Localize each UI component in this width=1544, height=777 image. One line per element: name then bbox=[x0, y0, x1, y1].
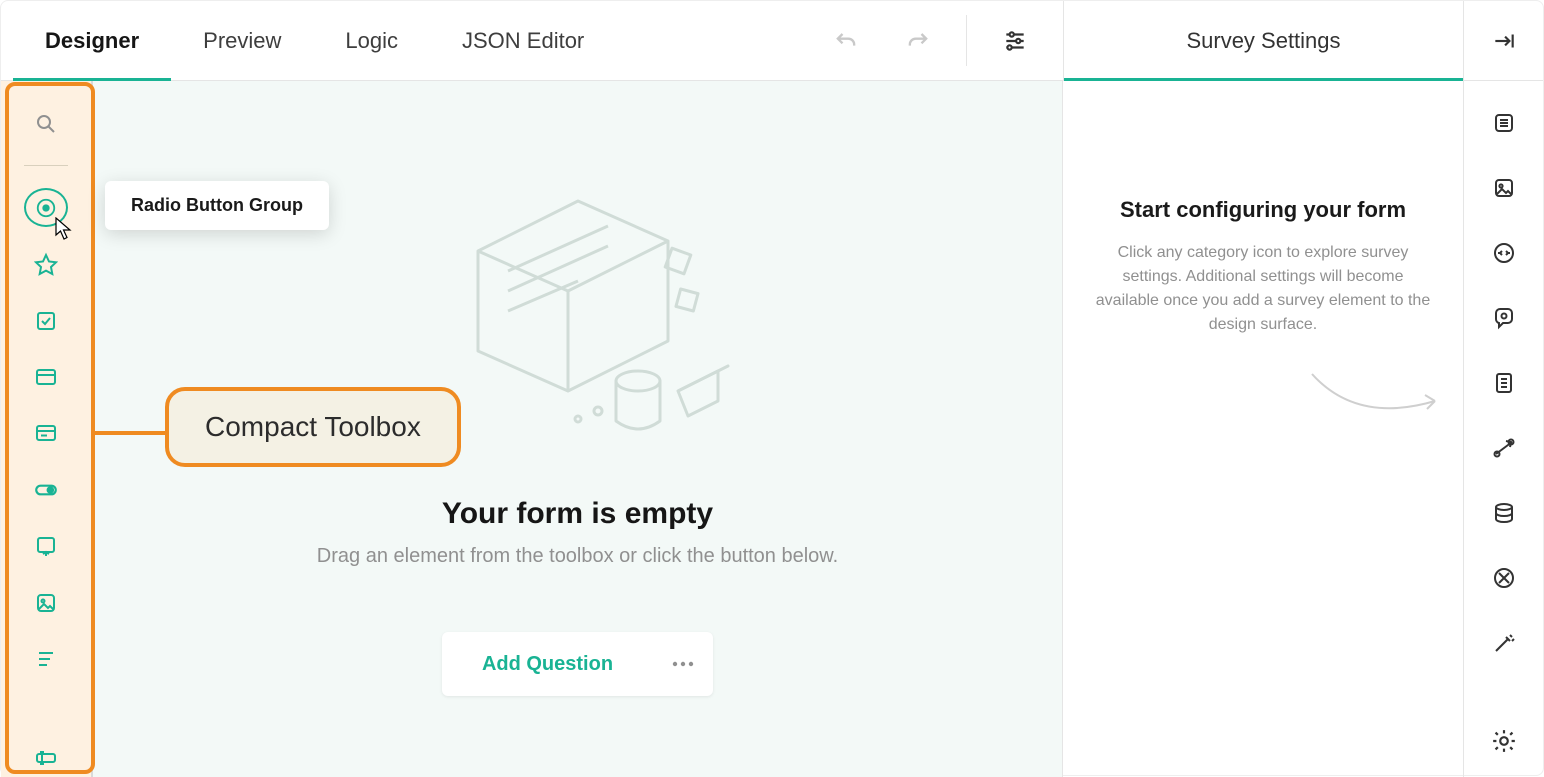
toolbox-search[interactable] bbox=[24, 105, 68, 143]
add-question-block: Add Question bbox=[442, 632, 713, 696]
toolbox-item-tagbox[interactable] bbox=[24, 414, 68, 452]
category-question[interactable] bbox=[1480, 304, 1528, 333]
category-appearance[interactable] bbox=[1480, 628, 1528, 657]
gear-icon bbox=[1491, 728, 1517, 754]
top-tab-bar: Designer Preview Logic JSON Editor Surve… bbox=[1, 1, 1543, 81]
empty-state-illustration bbox=[418, 141, 738, 461]
collapse-right-icon bbox=[1491, 28, 1517, 54]
toolbox bbox=[1, 81, 93, 777]
category-logic[interactable] bbox=[1480, 433, 1528, 462]
survey-settings-toggle[interactable] bbox=[991, 17, 1039, 65]
image-picker-icon bbox=[34, 591, 58, 615]
toolbox-item-radiogroup[interactable] bbox=[24, 188, 68, 227]
tab-preview[interactable]: Preview bbox=[171, 1, 313, 80]
settings-panel: Start configuring your form Click any ca… bbox=[1063, 81, 1463, 777]
annotation-callout-connector bbox=[93, 431, 167, 435]
ranking-icon bbox=[34, 647, 58, 671]
top-actions bbox=[798, 1, 966, 80]
dots-icon bbox=[672, 661, 694, 667]
undo-button[interactable] bbox=[822, 17, 870, 65]
category-general[interactable] bbox=[1480, 109, 1528, 138]
database-icon bbox=[1492, 501, 1516, 525]
category-logo[interactable] bbox=[1480, 174, 1528, 203]
add-question-button[interactable]: Add Question bbox=[442, 632, 653, 696]
empty-state-subtitle: Drag an element from the toolbox or clic… bbox=[317, 545, 838, 568]
hint-arrow-icon bbox=[1307, 369, 1447, 429]
wand-icon bbox=[1492, 631, 1516, 655]
tagbox-icon bbox=[34, 421, 58, 445]
undo-icon bbox=[832, 27, 860, 55]
text-input-icon bbox=[34, 746, 58, 770]
toolbox-item-file[interactable] bbox=[24, 527, 68, 565]
toolbox-item-dropdown[interactable] bbox=[24, 358, 68, 396]
redo-icon bbox=[904, 27, 932, 55]
settings-empty-text: Click any category icon to explore surve… bbox=[1091, 241, 1435, 337]
list-icon bbox=[1492, 111, 1516, 135]
page-icon bbox=[1492, 371, 1516, 395]
search-icon bbox=[34, 112, 58, 136]
settings-empty-title: Start configuring your form bbox=[1120, 197, 1406, 223]
toolbox-item-boolean[interactable] bbox=[24, 471, 68, 509]
toolbox-item-text[interactable] bbox=[24, 739, 68, 777]
settings-panel-title: Survey Settings bbox=[1186, 28, 1340, 54]
toolbox-item-checkbox[interactable] bbox=[24, 302, 68, 340]
empty-state-title: Your form is empty bbox=[442, 497, 713, 531]
tab-logic[interactable]: Logic bbox=[313, 1, 430, 80]
tab-strip: Designer Preview Logic JSON Editor bbox=[1, 1, 616, 80]
category-pages[interactable] bbox=[1480, 369, 1528, 398]
add-question-type-button[interactable] bbox=[653, 632, 713, 696]
sliders-icon bbox=[1002, 28, 1028, 54]
settings-category-rail bbox=[1463, 81, 1543, 777]
toolbox-item-ranking[interactable] bbox=[24, 640, 68, 678]
toolbox-tooltip: Radio Button Group bbox=[105, 181, 329, 230]
settings-panel-header: Survey Settings bbox=[1063, 1, 1463, 80]
file-upload-icon bbox=[34, 534, 58, 558]
category-navigation[interactable] bbox=[1480, 239, 1528, 268]
nav-icon bbox=[1492, 241, 1516, 265]
logic-icon bbox=[1492, 436, 1516, 460]
question-gear-icon bbox=[1492, 306, 1516, 330]
toggle-icon bbox=[33, 477, 59, 503]
toolbox-item-imagepicker[interactable] bbox=[24, 583, 68, 621]
collapse-panel-button[interactable] bbox=[1463, 1, 1543, 80]
tab-designer[interactable]: Designer bbox=[13, 1, 171, 80]
star-icon bbox=[34, 252, 58, 276]
dropdown-icon bbox=[34, 365, 58, 389]
redo-button[interactable] bbox=[894, 17, 942, 65]
validation-icon bbox=[1492, 566, 1516, 590]
category-validation[interactable] bbox=[1480, 563, 1528, 592]
toolbox-item-rating[interactable] bbox=[24, 245, 68, 283]
checkbox-icon bbox=[34, 309, 58, 333]
category-data[interactable] bbox=[1480, 498, 1528, 527]
settings-gear-button[interactable] bbox=[1480, 729, 1528, 777]
radio-icon bbox=[35, 197, 57, 219]
annotation-callout-label: Compact Toolbox bbox=[165, 387, 461, 467]
tab-json-editor[interactable]: JSON Editor bbox=[430, 1, 616, 80]
image-icon bbox=[1492, 176, 1516, 200]
